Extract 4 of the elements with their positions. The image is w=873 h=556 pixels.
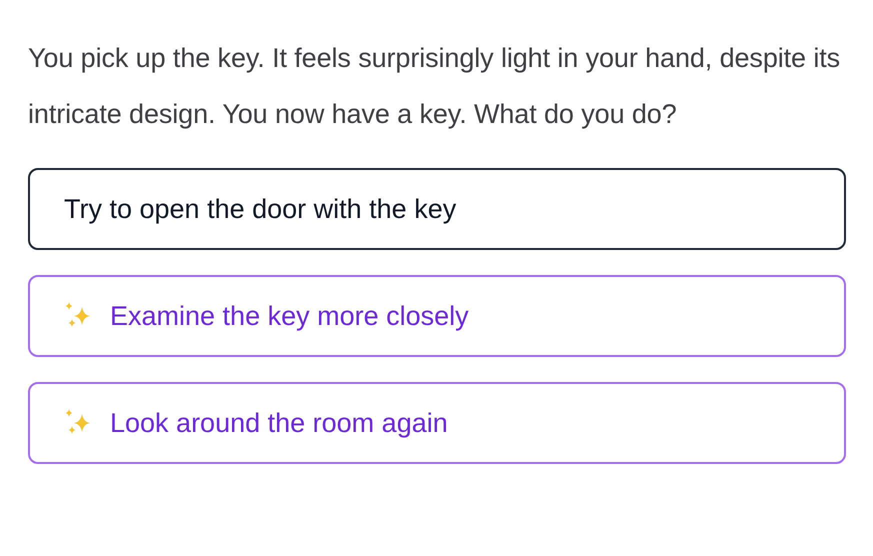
choice-button[interactable]: Examine the key more closely [28, 275, 846, 357]
story-text: You pick up the key. It feels surprisingly light in your hand, despite its intricate design. You now have a key. What do you do? [28, 42, 842, 131]
choice-button[interactable]: Look around the room again [28, 382, 846, 464]
choice-button[interactable]: Try to open the door with the key [28, 168, 846, 250]
